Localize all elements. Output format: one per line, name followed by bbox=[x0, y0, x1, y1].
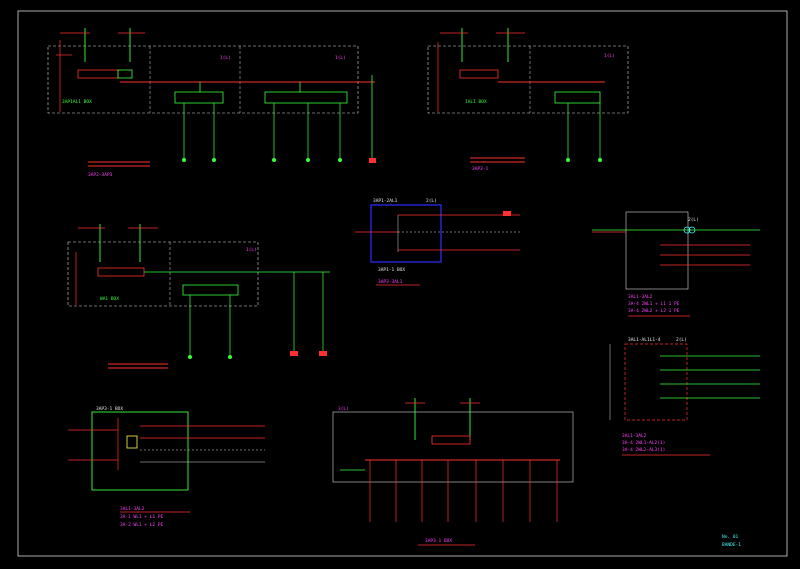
panel-1-caption: 3AP1AL1 BOX bbox=[62, 99, 92, 105]
panel-2-tag: 1(L) bbox=[604, 53, 615, 59]
panel-7-title: 3AP3-1 BOX bbox=[96, 406, 123, 412]
title-block-line-2: BANDE-1 bbox=[722, 542, 741, 548]
panel-5-note-1: 3AL1-3AL2 bbox=[628, 294, 653, 300]
panel-8-caption: 3AP3-1 BOX bbox=[425, 538, 452, 544]
panel-6-title: 3AL1-AL1L1-4 bbox=[628, 337, 661, 343]
title-block-line-1: No. 01 bbox=[722, 534, 739, 540]
panel-4-title: 3AP1-2AL1 bbox=[373, 198, 398, 204]
panel-1: 3AP1AL1 BOX 3AP2-3AP3 1(L) 1(L) bbox=[47, 28, 376, 178]
panel-6-note-2: 3A-4 2WL1-AL2(1) bbox=[622, 440, 665, 446]
panel-6-note-3: 3A-4 2WL2-AL3(1) bbox=[622, 447, 665, 453]
panel-3-tag: 1(L) bbox=[246, 247, 257, 253]
panel-4-caption: 3AP1-1 BOX bbox=[378, 267, 405, 273]
panel-2-sub: 3AP3-1 bbox=[472, 166, 489, 172]
title-block: No. 01 BANDE-1 bbox=[722, 534, 741, 548]
panel-7: 3AP3-1 BOX 3AL1-3AL2 3A-1 WL1 + L1 PE 3A… bbox=[68, 406, 265, 528]
panel-4-tag: 2(L) bbox=[426, 198, 437, 204]
panel-7-note-3: 3A-2 WL1 + L2 PE bbox=[120, 522, 164, 528]
panel-1-sub: 3AP2-3AP3 bbox=[88, 172, 113, 178]
panel-1-tag-b: 1(L) bbox=[335, 55, 346, 61]
panel-8-tag: 3(L) bbox=[338, 406, 349, 412]
panel-7-note-2: 3A-1 WL1 + L1 PE bbox=[120, 514, 164, 520]
panel-4: 3AP1-2AL1 2(L) 3AP1-1 BOX 3AP3-3AL1 bbox=[355, 198, 520, 286]
panel-6-note-1: 3AL1-3AL2 bbox=[622, 433, 647, 439]
panel-5-note-3: 3A-4 2WL2 + L2 1 PE bbox=[628, 308, 680, 314]
panel-5-tag: 2(L) bbox=[688, 217, 699, 223]
drawing-frame bbox=[17, 10, 788, 557]
panel-3: WA1 BOX 1(L) bbox=[67, 224, 330, 369]
panel-4-sub: 3AP3-3AL1 bbox=[378, 279, 403, 285]
panel-2-caption: 1AL1 BOX bbox=[465, 99, 487, 105]
panel-3-caption: WA1 BOX bbox=[100, 296, 119, 302]
panel-6-tag: 2(L) bbox=[676, 337, 687, 343]
panel-7-note-1: 3AL1-3AL2 bbox=[120, 506, 145, 512]
cad-drawing-canvas: 3AP1AL1 BOX 3AP2-3AP3 1(L) 1(L) 1AL1 BOX… bbox=[17, 10, 788, 557]
panel-6: 3AL1-AL1L1-4 2(L) 3AL1-3AL2 3A-4 2WL1-AL… bbox=[609, 337, 760, 456]
panel-5-note-2: 3A-4 2WL1 + L1 1 PE bbox=[628, 301, 680, 307]
panel-1-tag-a: 1(L) bbox=[220, 55, 231, 61]
panel-8: 3(L) 3AP3-1 BOX bbox=[332, 398, 574, 546]
panel-5: 2(L) 3AL1-3AL2 3A-4 2WL1 + L1 1 PE 3A-4 … bbox=[592, 211, 760, 317]
panel-2: 1AL1 BOX 3AP3-1 1(L) bbox=[427, 28, 629, 172]
